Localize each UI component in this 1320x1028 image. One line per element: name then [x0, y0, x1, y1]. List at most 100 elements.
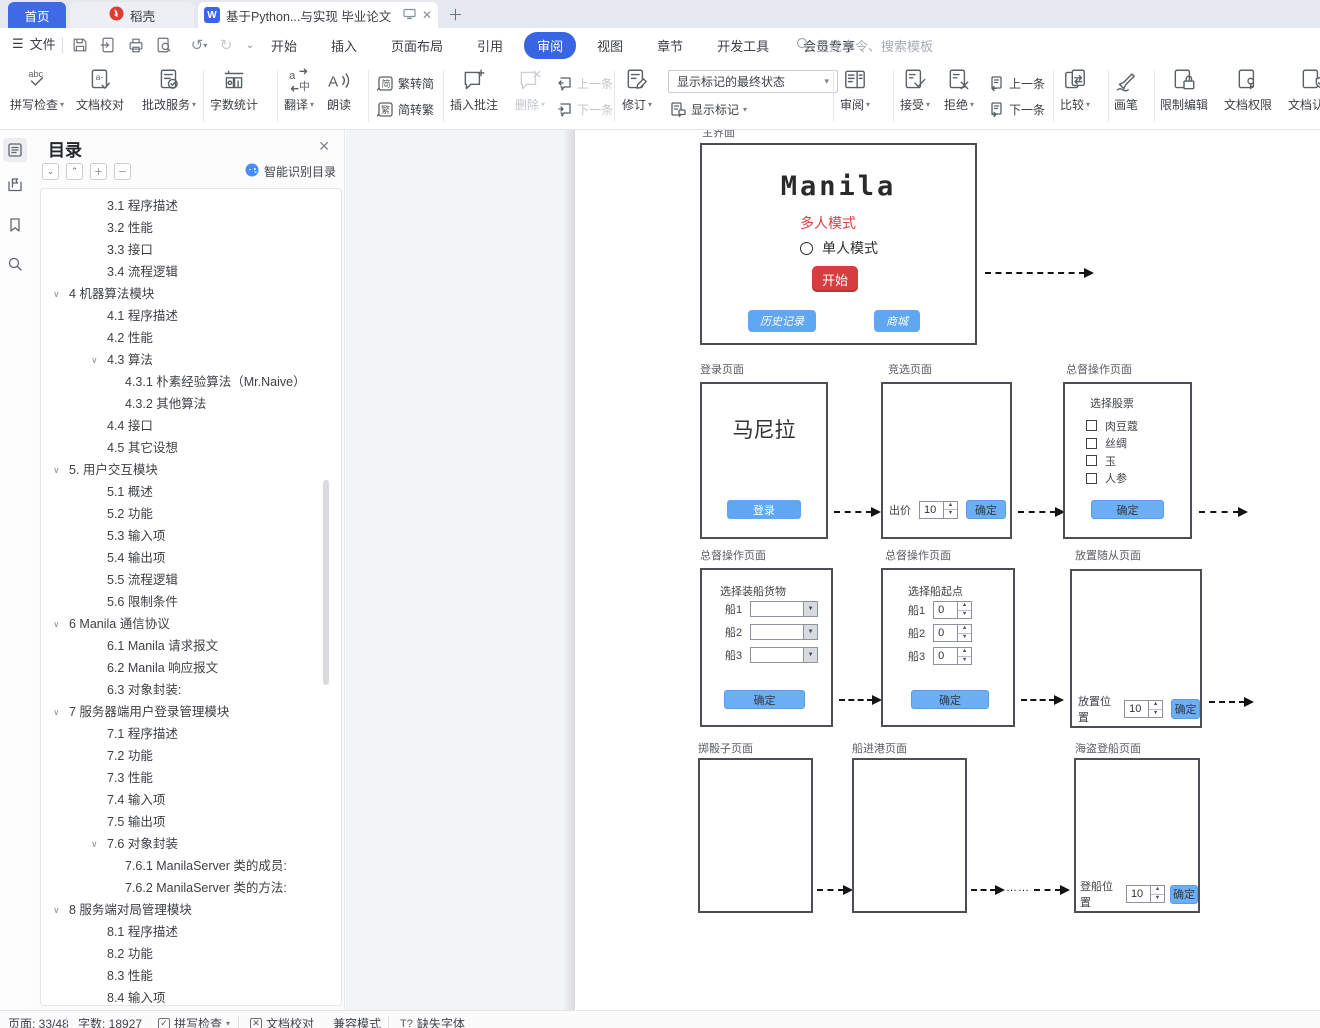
ship2-dropdown[interactable]: ▼ — [750, 624, 819, 640]
toc-zoom-out-button[interactable]: － — [114, 163, 131, 180]
next-comment-button[interactable]: 下一条 — [556, 101, 613, 118]
toc-item[interactable]: ∨7.5 输出项 — [41, 811, 341, 833]
new-tab-icon[interactable]: ＋ — [448, 4, 463, 25]
word-count-button[interactable]: 字数统计 — [210, 67, 258, 113]
bid-ok-button[interactable]: 确定 — [966, 500, 1006, 519]
ship1-dropdown[interactable]: ▼ — [750, 601, 819, 617]
toc-item[interactable]: ∨8.3 性能 — [41, 965, 341, 987]
toc-zoom-in-button[interactable]: ＋ — [90, 163, 107, 180]
checkbox-icon[interactable] — [1086, 420, 1097, 432]
login-button[interactable]: 登录 — [727, 500, 801, 519]
page-indicator[interactable]: 页面: 33/48 — [8, 1015, 69, 1028]
toc-item[interactable]: ∨7.6.1 ManilaServer 类的成员: — [41, 855, 341, 877]
doc-proof-status[interactable]: ✕ 文档校对 — [250, 1015, 314, 1028]
redo-icon[interactable]: ↻ — [216, 36, 236, 54]
toc-item[interactable]: ∨ 5. 用户交互模块 — [41, 459, 341, 481]
toc-item[interactable]: ∨6.3 对象封装: — [41, 679, 341, 701]
toc-item[interactable]: ∨5.6 限制条件 — [41, 591, 341, 613]
toc-item[interactable]: ∨4.5 其它设想 — [41, 437, 341, 459]
chevron-down-icon[interactable]: ∨ — [53, 459, 60, 481]
missing-font-status[interactable]: T? 缺失字体 — [400, 1015, 465, 1028]
doc-auth-button[interactable]: 文档认证 — [1288, 67, 1320, 113]
toc-item[interactable]: ∨5.4 输出项 — [41, 547, 341, 569]
ship3-spinner[interactable]: 0 ▲ ▼ — [933, 647, 973, 665]
compare-button[interactable]: 比较 ▾ — [1060, 67, 1090, 113]
checkbox-icon[interactable] — [1086, 455, 1097, 467]
bid-spinner[interactable]: 10 ▲ ▼ — [919, 500, 958, 519]
toc-item[interactable]: ∨6.1 Manila 请求报文 — [41, 635, 341, 657]
start-button[interactable]: 开始 — [812, 266, 858, 292]
toc-item[interactable]: ∨6.2 Manila 响应报文 — [41, 657, 341, 679]
toc-item[interactable]: ∨7.3 性能 — [41, 767, 341, 789]
toc-item[interactable]: ∨ 4.3 算法 — [41, 349, 341, 371]
ribbon-tab[interactable]: 章节 — [644, 32, 696, 59]
history-button[interactable]: 历史记录 — [748, 310, 816, 332]
correction-service-button[interactable]: 批改服务 ▾ — [142, 67, 196, 113]
toc-expand-all-button[interactable]: ⌄ — [42, 163, 59, 180]
document-tab[interactable]: W 基于Python...与实现 毕业论文 ✕ — [198, 2, 438, 28]
follower-spinner[interactable]: 10 ▲ ▼ — [1124, 700, 1164, 718]
show-markup-button[interactable]: 显示标记 ▾ — [670, 101, 747, 118]
smart-toc-button[interactable]: 智能识别目录 — [245, 163, 336, 180]
checkbox-icon[interactable] — [1086, 437, 1097, 449]
toc-item[interactable]: ∨4.4 接口 — [41, 415, 341, 437]
find-icon[interactable] — [3, 252, 27, 276]
stock-option[interactable]: 丝绸 — [1086, 435, 1138, 453]
ribbon-tab[interactable]: 审阅 — [524, 31, 577, 59]
ribbon-tab[interactable]: 页面布局 — [378, 32, 456, 59]
toc-item[interactable]: ∨8.2 功能 — [41, 943, 341, 965]
presentation-mode-icon[interactable] — [403, 8, 416, 23]
docer-tab[interactable]: 稻壳 — [70, 2, 194, 28]
toc-item[interactable]: ∨ 4 机器算法模块 — [41, 283, 341, 305]
stock-option[interactable]: 肉豆蔻 — [1086, 417, 1138, 435]
toc-item[interactable]: ∨5.1 概述 — [41, 481, 341, 503]
next-revision-button[interactable]: 下一条 — [988, 101, 1045, 118]
toc-item[interactable]: ∨ 8 服务端对局管理模块 — [41, 899, 341, 921]
toc-item[interactable]: ∨7.1 程序描述 — [41, 723, 341, 745]
doc-proofread-button[interactable]: a- 文档校对 — [76, 67, 124, 113]
shipstart-ok-button[interactable]: 确定 — [911, 690, 989, 709]
markup-state-select[interactable]: 显示标记的最终状态 ▾ — [668, 70, 838, 93]
chevron-down-icon[interactable]: ∨ — [91, 833, 98, 855]
customize-toolbar-icon[interactable]: ⌄ — [240, 36, 260, 54]
toc-item[interactable]: ∨7.6.2 ManilaServer 类的方法: — [41, 877, 341, 899]
word-count-indicator[interactable]: 字数: 18927 — [78, 1015, 142, 1028]
insert-comment-button[interactable]: 插入批注 — [450, 67, 498, 113]
chevron-down-icon[interactable]: ∨ — [91, 349, 98, 371]
ribbon-tab[interactable]: 开始 — [258, 32, 310, 59]
pen-button[interactable]: 画笔 — [1113, 67, 1139, 113]
toc-item[interactable]: ∨4.3.1 朴素经验算法（Mr.Naive） — [41, 371, 341, 393]
cargo-ok-button[interactable]: 确定 — [724, 690, 805, 709]
stock-ok-button[interactable]: 确定 — [1091, 500, 1164, 519]
pirate-spinner[interactable]: 10 ▲ ▼ — [1125, 885, 1165, 903]
toc-item[interactable]: ∨ 6 Manila 通信协议 — [41, 613, 341, 635]
toc-scrollbar-thumb[interactable] — [323, 480, 329, 685]
file-menu[interactable]: ☰ 文件 — [12, 34, 56, 53]
print-preview-icon[interactable] — [154, 36, 174, 54]
toc-item[interactable]: ∨ 7.6 对象封装 — [41, 833, 341, 855]
toc-item[interactable]: ∨8.1 程序描述 — [41, 921, 341, 943]
radio-single-mode[interactable]: 单人模式 — [800, 238, 878, 258]
radio-multi-mode[interactable]: 多人模式 — [800, 213, 856, 233]
toc-item[interactable]: ∨ 7 服务器端用户登录管理模块 — [41, 701, 341, 723]
close-tab-icon[interactable]: ✕ — [422, 8, 432, 22]
spell-check-status[interactable]: ✓ 拼写检查 ▾ — [158, 1015, 230, 1028]
chevron-down-icon[interactable]: ∨ — [53, 613, 60, 635]
toc-item[interactable]: ∨7.4 输入项 — [41, 789, 341, 811]
doc-permission-button[interactable]: 文档权限 — [1224, 67, 1272, 113]
toc-item[interactable]: ∨3.1 程序描述 — [41, 195, 341, 217]
bookmark-icon[interactable] — [3, 213, 27, 237]
ribbon-tab[interactable]: 引用 — [464, 32, 516, 59]
follower-ok-button[interactable]: 确定 — [1171, 699, 1200, 719]
save-icon[interactable] — [70, 36, 90, 54]
toc-item[interactable]: ∨8.4 输入项 — [41, 987, 341, 1005]
restrict-edit-button[interactable]: 限制编辑 — [1160, 67, 1208, 113]
stock-option[interactable]: 玉 — [1086, 452, 1138, 470]
chevron-down-icon[interactable]: ∨ — [53, 283, 60, 305]
simp-to-trad-button[interactable]: 繁 简转繁 — [377, 101, 434, 118]
toc-item[interactable]: ∨3.2 性能 — [41, 217, 341, 239]
export-pdf-icon[interactable] — [98, 36, 118, 54]
radio-unselected-icon[interactable] — [800, 241, 813, 255]
review-panel-button[interactable]: 审阅 ▾ — [840, 67, 870, 113]
ribbon-tab[interactable]: 插入 — [318, 32, 370, 59]
